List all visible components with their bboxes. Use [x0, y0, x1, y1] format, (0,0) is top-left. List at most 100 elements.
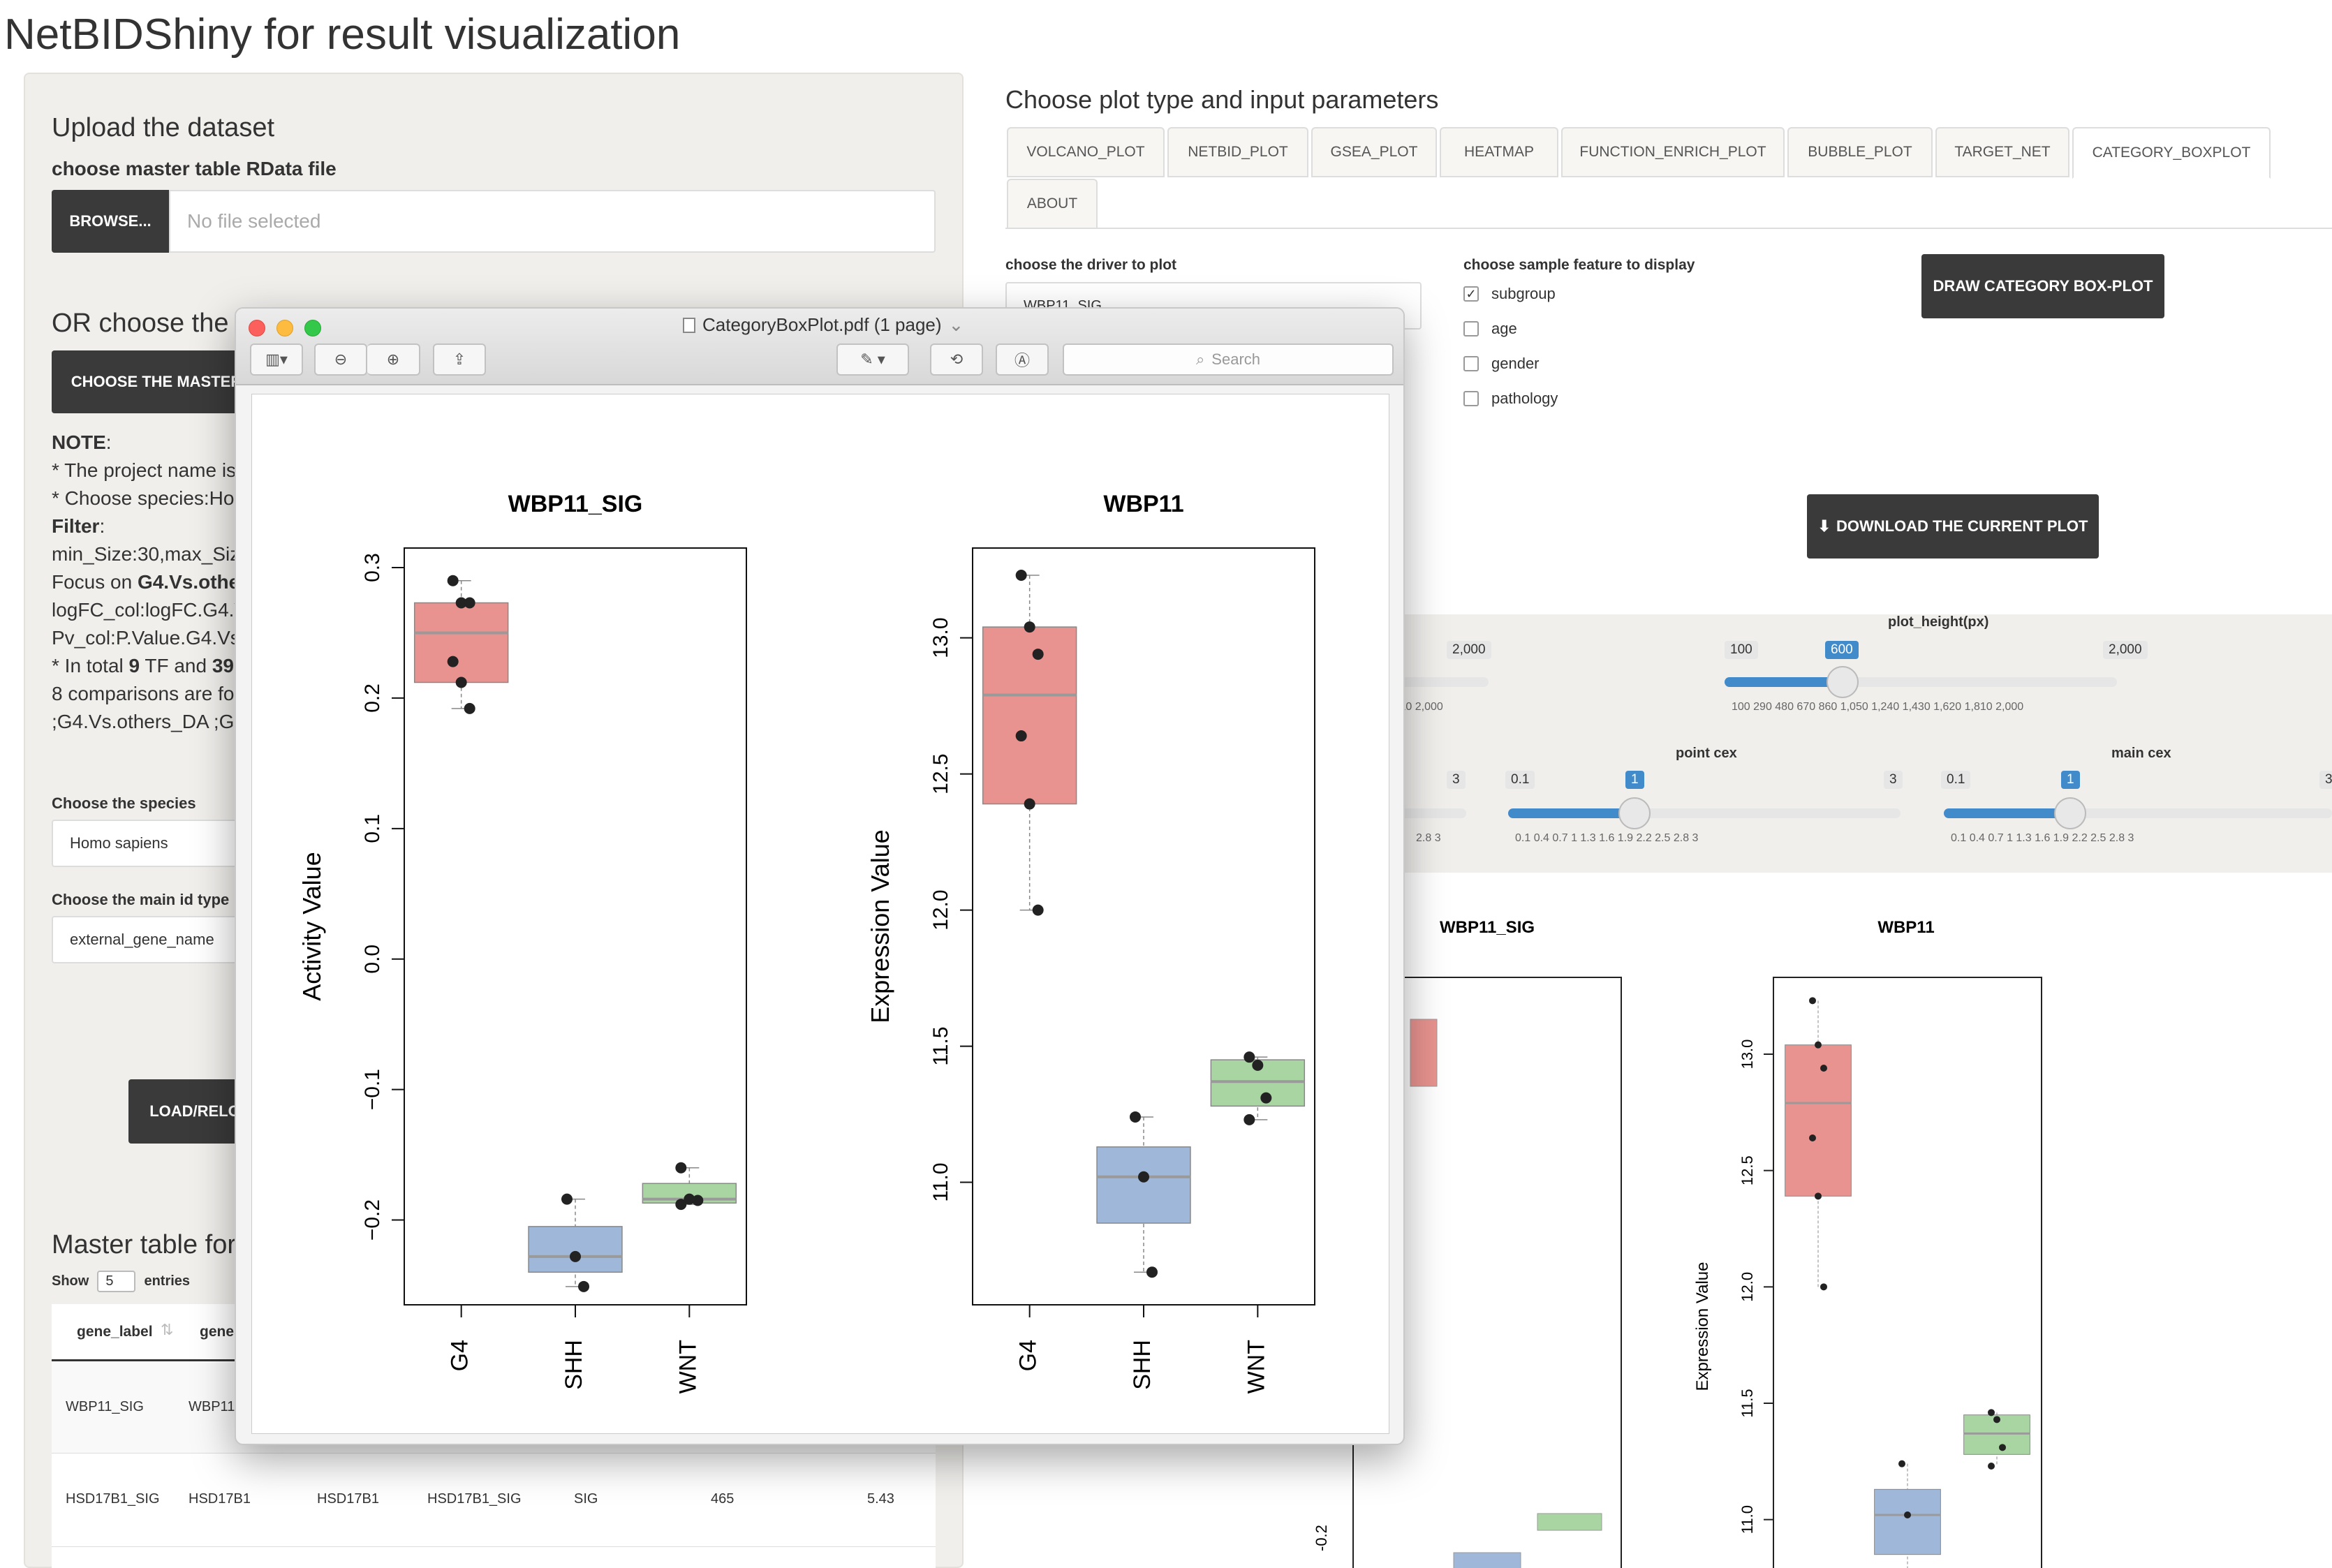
markup-pen-icon[interactable]: ✎ ▾ — [836, 343, 909, 376]
box-g4 — [1785, 1044, 1852, 1197]
search-field[interactable]: ⌕ Search — [1063, 343, 1394, 376]
draw-boxplot-button[interactable]: DRAW CATEGORY BOX-PLOT — [1921, 254, 2164, 318]
note-line: * The project name is — [52, 459, 237, 481]
plot-title: WBP11 — [1877, 918, 1934, 937]
slider-fill — [1944, 808, 2069, 818]
column-header[interactable]: gene_label — [77, 1324, 153, 1340]
tab-netbid-plot[interactable]: NETBID_PLOT — [1167, 127, 1308, 177]
table-cell: HSD17B1 — [317, 1491, 379, 1507]
y-tick-label: 0.2 — [361, 683, 384, 713]
entries-label: entries — [144, 1273, 191, 1289]
data-point — [570, 1250, 581, 1262]
table-cell: WBP11 — [189, 1399, 235, 1414]
data-point — [561, 1193, 573, 1205]
data-point — [1015, 569, 1027, 581]
slider-value-label: 1 — [2061, 771, 2080, 789]
box-g4 — [413, 602, 509, 683]
data-point — [1809, 997, 1816, 1005]
slider-max-label: 2,000 — [2103, 641, 2148, 659]
note-line: * Choose species:Ho — [52, 487, 235, 509]
species-select[interactable]: Homo sapiens — [52, 820, 261, 867]
page-length-select[interactable]: 5 — [97, 1271, 136, 1292]
x-tick-label: G4 — [1015, 1340, 1042, 1371]
y-axis-label: Activity Value — [297, 852, 326, 1000]
note-line: logFC_col:logFC.G4.V — [52, 599, 248, 621]
note-line: min_Size:30,max_Siz — [52, 543, 240, 565]
browse-button[interactable]: BROWSE... — [52, 190, 169, 253]
data-point — [1820, 1283, 1827, 1291]
checkbox[interactable]: ✓ — [1463, 286, 1479, 302]
y-tick-label: 11.5 — [1739, 1389, 1756, 1417]
table-cell: HSD17B1_SIG — [66, 1491, 160, 1507]
search-icon: ⌕ — [1195, 350, 1205, 368]
tab-bubble-plot[interactable]: BUBBLE_PLOT — [1787, 127, 1933, 177]
data-point — [1260, 1092, 1272, 1104]
choose-master-button[interactable]: CHOOSE THE MASTER — [52, 350, 261, 413]
x-tick-label: SHH — [561, 1340, 587, 1390]
table-cell: HSD17B1 — [189, 1491, 251, 1507]
id-type-select[interactable]: external_gene_name — [52, 916, 261, 963]
data-point — [447, 575, 459, 586]
window-titlebar[interactable]: CategoryBoxPlot.pdf (1 page) ⌄ ▥▾ ⊖ ⊕ ⇪ … — [236, 309, 1403, 385]
checkbox[interactable] — [1463, 321, 1479, 336]
y-tick-label: 13.0 — [929, 617, 952, 658]
plot-height-title: plot_height(px) — [1888, 614, 1989, 630]
zoom-in-icon[interactable]: ⊕ — [367, 343, 420, 376]
chart-title: WBP11 — [1103, 491, 1183, 517]
data-point — [1809, 1134, 1816, 1141]
slider-min-label: 0.1 — [1505, 771, 1535, 789]
file-name-field[interactable]: No file selected — [169, 190, 936, 253]
tab-about[interactable]: ABOUT — [1007, 179, 1098, 229]
point-cex-slider-handle[interactable] — [1618, 797, 1651, 829]
tab-target-net[interactable]: TARGET_NET — [1935, 127, 2069, 177]
rotate-icon[interactable]: ⟲ — [930, 343, 983, 376]
data-point — [1024, 798, 1035, 810]
note-heading: NOTE: — [52, 431, 112, 453]
slider-max-label: 3 — [2319, 771, 2332, 789]
chevron-down-icon[interactable]: ⌄ — [949, 314, 964, 336]
plot-height-slider-handle[interactable] — [1827, 666, 1859, 698]
feature-option-age[interactable]: age — [1463, 320, 1517, 338]
tab-heatmap[interactable]: HEATMAP — [1440, 127, 1558, 177]
tab-function-enrich-plot[interactable]: FUNCTION_ENRICH_PLOT — [1561, 127, 1785, 177]
download-icon: ⬇ — [1817, 517, 1831, 535]
data-point — [1130, 1111, 1141, 1123]
table-row[interactable]: HSD17B1_SIG HSD17B1 HSD17B1 HSD17B1_SIG … — [52, 1454, 936, 1547]
checkbox[interactable] — [1463, 391, 1479, 406]
markup-toolbar-icon[interactable]: Ⓐ — [996, 343, 1049, 376]
sidebar-toggle-icon[interactable]: ▥▾ — [250, 343, 303, 376]
main-cex-slider-handle[interactable] — [2054, 797, 2086, 829]
feature-option-subgroup[interactable]: ✓ subgroup — [1463, 285, 1556, 303]
box-shh — [1453, 1552, 1521, 1568]
box-g4 — [982, 626, 1077, 805]
y-tick-label: −0.2 — [361, 1199, 384, 1241]
slider-min-label: 100 — [1725, 641, 1758, 659]
tab-gsea-plot[interactable]: GSEA_PLOT — [1311, 127, 1437, 177]
tab-volcano-plot[interactable]: VOLCANO_PLOT — [1007, 127, 1165, 177]
plot-panel: 13.0 12.5 12.0 11.5 11.0 — [1739, 997, 2030, 1568]
zoom-icon[interactable] — [304, 320, 321, 336]
main-cex-title: main cex — [2111, 746, 2171, 761]
id-type-label: Choose the main id type — [52, 891, 230, 908]
close-icon[interactable] — [249, 320, 265, 336]
minimize-icon[interactable] — [276, 320, 293, 336]
feature-option-gender[interactable]: gender — [1463, 355, 1540, 373]
data-point — [675, 1162, 687, 1174]
feature-option-pathology[interactable]: pathology — [1463, 390, 1558, 408]
share-icon[interactable]: ⇪ — [433, 343, 486, 376]
data-point — [1988, 1463, 1995, 1470]
show-label: Show — [52, 1273, 89, 1289]
checkbox-label: pathology — [1491, 390, 1558, 407]
data-point — [1024, 621, 1035, 633]
zoom-out-icon[interactable]: ⊖ — [314, 343, 367, 376]
note-line: 8 comparisons are fo — [52, 683, 235, 704]
data-point — [447, 656, 459, 667]
tab-category-boxplot[interactable]: CATEGORY_BOXPLOT — [2072, 127, 2271, 179]
download-plot-button[interactable]: ⬇ DOWNLOAD THE CURRENT PLOT — [1807, 494, 2099, 559]
data-point — [1815, 1192, 1822, 1200]
checkbox[interactable] — [1463, 356, 1479, 371]
y-tick-label: 11.5 — [929, 1026, 952, 1065]
table-cell: SIG — [574, 1491, 598, 1507]
y-tick-label: 12.5 — [1739, 1155, 1756, 1185]
download-label: DOWNLOAD THE CURRENT PLOT — [1836, 517, 2088, 535]
